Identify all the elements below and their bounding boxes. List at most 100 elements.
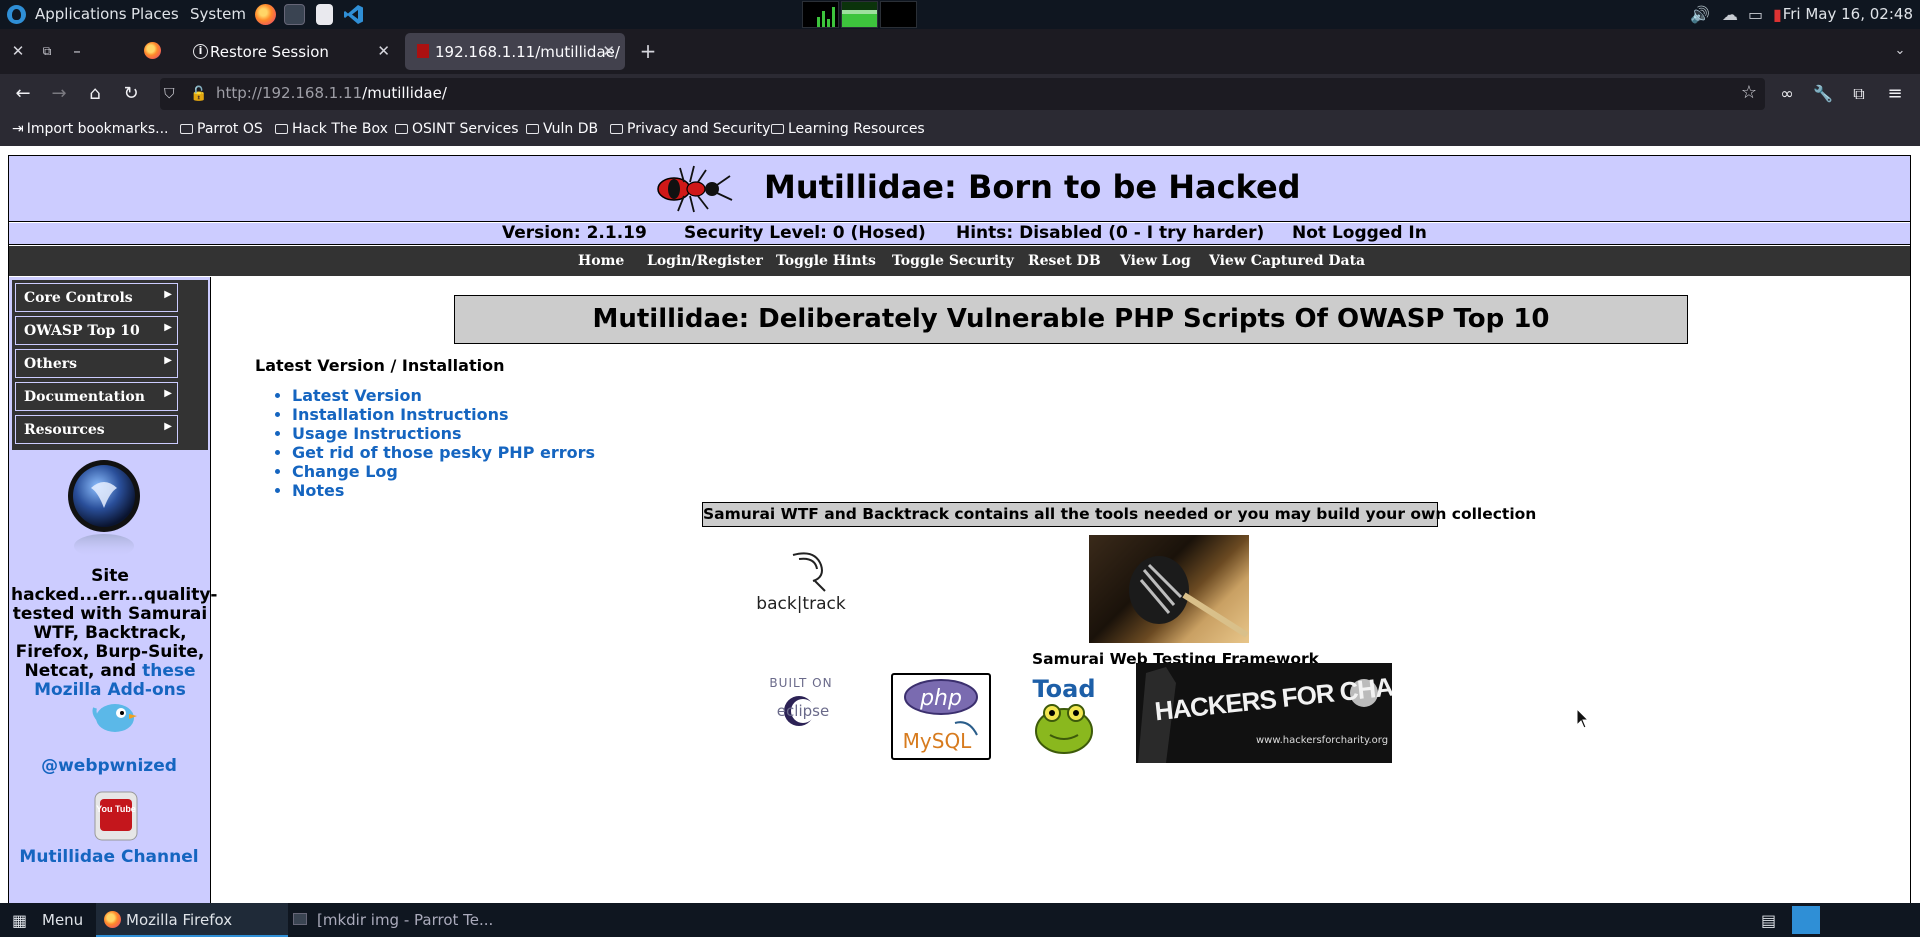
caret-right-icon: ▶: [164, 355, 172, 366]
terminal-launcher-icon[interactable]: [284, 4, 305, 25]
backtrack-logo-icon[interactable]: back|track: [755, 547, 850, 617]
tools-banner: Samurai WTF and Backtrack contains all t…: [702, 502, 1536, 527]
window-close-icon[interactable]: ✕: [7, 40, 29, 62]
tab-mutillidae[interactable]: 192.168.1.11/mutillidae/ ✕: [405, 33, 625, 70]
twitter-bird-icon[interactable]: [91, 698, 139, 736]
url-text[interactable]: http://192.168.1.11/mutillidae/: [216, 84, 447, 102]
window-minimize-icon[interactable]: –: [66, 40, 88, 62]
side-menu-core-controls[interactable]: Core Controls ▶: [15, 283, 178, 312]
tab-close-icon[interactable]: ✕: [377, 42, 390, 60]
cloud-icon[interactable]: ☁: [1722, 5, 1738, 24]
bookmark-osint-services[interactable]: OSINT Services: [395, 121, 519, 137]
cpu-monitor: [802, 1, 839, 28]
clock[interactable]: Fri May 16, 02:48: [1783, 5, 1913, 23]
vscode-launcher-icon[interactable]: [343, 4, 364, 25]
backtrack-label: back|track: [756, 594, 846, 614]
url-bar[interactable]: ⛉ 🔓 http://192.168.1.11/mutillidae/ ☆: [160, 78, 1765, 110]
install-links: Latest Version Installation Instructions…: [292, 386, 595, 500]
menu-view-captured-data[interactable]: View Captured Data: [1209, 253, 1365, 269]
import-icon: ⇥: [12, 121, 24, 137]
insecure-lock-icon[interactable]: 🔓: [190, 86, 207, 102]
places-menu[interactable]: Places: [131, 5, 179, 23]
display-icon[interactable]: ▭: [1748, 5, 1763, 24]
os-top-panel: Applications Places System 🔊 ☁ ▭ ▮ Fri M…: [0, 0, 1920, 29]
link-php-errors[interactable]: Get rid of those pesky PHP errors: [292, 443, 595, 462]
workspace-switcher-icon[interactable]: ▤: [1761, 911, 1776, 930]
window-restore-icon[interactable]: ⧉: [36, 40, 58, 62]
forward-icon[interactable]: →: [47, 82, 71, 106]
back-icon[interactable]: ←: [11, 82, 35, 106]
eclipse-top-label: BUILT ON: [769, 676, 832, 690]
volume-icon[interactable]: 🔊: [1690, 5, 1710, 24]
samurai-photo[interactable]: [1089, 535, 1249, 643]
bookmark-parrot-os[interactable]: Parrot OS: [180, 121, 263, 137]
bookmark-label: Learning Resources: [788, 121, 925, 137]
battery-icon[interactable]: ▮: [1773, 5, 1782, 24]
side-menu-others[interactable]: Others ▶: [15, 349, 178, 378]
menu-reset-db[interactable]: Reset DB: [1028, 253, 1101, 269]
owasp-logo-icon[interactable]: [64, 458, 144, 563]
wrench-icon[interactable]: 🔧: [1811, 82, 1835, 106]
eclipse-logo-icon[interactable]: BUILT ON eclipse: [757, 667, 847, 737]
taskbar-menu-button[interactable]: ▦ Menu: [0, 903, 90, 937]
workspace-1-icon[interactable]: [1792, 906, 1820, 934]
home-icon[interactable]: ⌂: [83, 82, 107, 106]
taskbar-firefox[interactable]: Mozilla Firefox: [96, 903, 288, 937]
list-all-tabs-icon[interactable]: ⌄: [1889, 40, 1911, 62]
bookmark-privacy-security[interactable]: Privacy and Security: [610, 121, 770, 137]
link-notes[interactable]: Notes: [292, 481, 595, 500]
bookmark-star-icon[interactable]: ☆: [1741, 82, 1757, 103]
menu-login-register[interactable]: Login/Register: [647, 253, 763, 269]
taskbar-terminal[interactable]: [mkdir img - Parrot Te...: [290, 903, 493, 937]
bookmark-learning-resources[interactable]: Learning Resources: [771, 121, 925, 137]
site-header: Mutillidae: Born to be Hacked: [9, 156, 1910, 222]
folder-icon: [180, 124, 193, 134]
bookmark-hack-the-box[interactable]: Hack The Box: [275, 121, 388, 137]
menu-view-log[interactable]: View Log: [1120, 253, 1191, 269]
youtube-badge-text: You Tube: [96, 804, 136, 814]
reload-icon[interactable]: ↻: [119, 82, 143, 106]
menu-home[interactable]: Home: [578, 253, 624, 269]
link-installation-instructions[interactable]: Installation Instructions: [292, 405, 595, 424]
menu-toggle-security[interactable]: Toggle Security: [892, 253, 1014, 269]
side-menu-resources[interactable]: Resources ▶: [15, 415, 178, 444]
menu-toggle-hints[interactable]: Toggle Hints: [776, 253, 876, 269]
youtube-icon[interactable]: You Tube: [93, 790, 139, 842]
side-menu-documentation[interactable]: Documentation ▶: [15, 382, 178, 411]
parrot-logo-icon[interactable]: [7, 5, 26, 24]
caret-right-icon: ▶: [164, 322, 172, 333]
tab-close-icon[interactable]: ✕: [602, 42, 615, 60]
security-level-label: Security Level: 0 (Hosed): [684, 223, 926, 243]
link-usage-instructions[interactable]: Usage Instructions: [292, 424, 595, 443]
link-latest-version[interactable]: Latest Version: [292, 386, 595, 405]
memory-monitor: [841, 1, 878, 28]
new-tab-button[interactable]: +: [637, 40, 659, 62]
bookmark-import[interactable]: ⇥ Import bookmarks...: [12, 121, 169, 137]
hamburger-menu-icon[interactable]: ≡: [1883, 82, 1907, 106]
hackers-for-charity-banner[interactable]: HACKERS FOR CHARITY www.hackersforcharit…: [1136, 663, 1392, 763]
bookmark-label: Vuln DB: [543, 121, 599, 137]
folder-icon: [771, 124, 784, 134]
twitter-link[interactable]: @webpwnized: [9, 756, 209, 776]
youtube-channel-link[interactable]: Mutillidae Channel: [9, 848, 209, 867]
link-change-log[interactable]: Change Log: [292, 462, 595, 481]
network-monitor: [880, 1, 917, 28]
side-menu-owasp-top-10[interactable]: OWASP Top 10 ▶: [15, 316, 178, 345]
ant-favicon-icon: [417, 44, 429, 58]
firefox-view-icon[interactable]: [144, 42, 161, 59]
firefox-launcher-icon[interactable]: [255, 4, 276, 25]
site-title: Mutillidae: Born to be Hacked: [764, 168, 1301, 206]
tab-restore-session[interactable]: i Restore Session ✕: [180, 33, 400, 70]
bookmark-vuln-db[interactable]: Vuln DB: [526, 121, 598, 137]
applications-menu[interactable]: Applications: [35, 5, 127, 23]
text-editor-launcher-icon[interactable]: [316, 4, 333, 25]
hfc-url: www.hackersforcharity.org: [1256, 735, 1389, 746]
side-menu-label: Resources: [24, 422, 105, 438]
shield-icon[interactable]: ⛉: [164, 86, 175, 102]
taskbar-task-label: Mozilla Firefox: [126, 911, 233, 929]
private-mask-icon[interactable]: ∞: [1775, 82, 1799, 106]
php-mysql-logo[interactable]: php MySQL: [891, 673, 991, 760]
system-menu[interactable]: System: [190, 5, 246, 23]
toad-logo-icon[interactable]: Toad: [1022, 673, 1107, 760]
extensions-icon[interactable]: ⧉: [1847, 82, 1871, 106]
